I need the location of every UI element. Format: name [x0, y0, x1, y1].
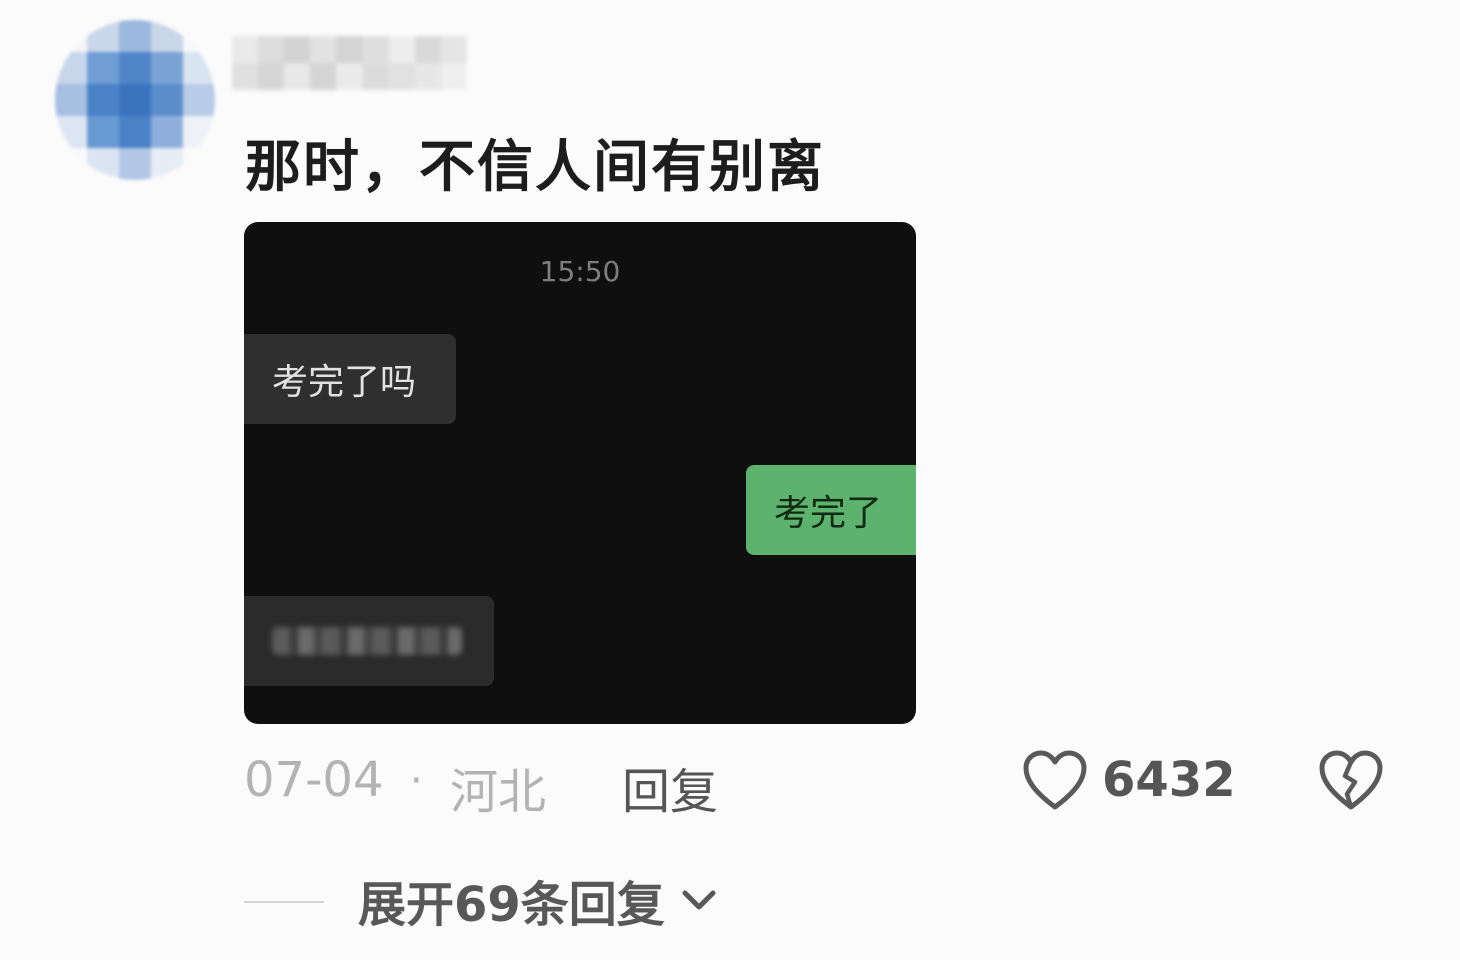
heart-outline-icon[interactable] — [1022, 750, 1088, 812]
reply-button[interactable]: 回复 — [622, 752, 718, 822]
redacted-text — [272, 627, 462, 655]
chat-timestamp: 15:50 — [539, 255, 621, 288]
chat-bubble-incoming: 考完了吗 — [244, 334, 456, 424]
comment-date: 07-04 — [244, 752, 384, 808]
avatar[interactable] — [55, 20, 215, 180]
username-redacted[interactable] — [232, 36, 467, 90]
comment-text: 那时，不信人间有别离 — [245, 135, 825, 200]
like-count: 6432 — [1102, 752, 1236, 808]
chevron-down-icon — [682, 890, 716, 910]
divider-line — [244, 901, 324, 903]
expand-replies-label: 展开69条回复 — [358, 877, 665, 933]
broken-heart-icon[interactable] — [1318, 750, 1384, 812]
chat-bubble-incoming-redacted — [244, 596, 494, 686]
comment-location: 河北 — [450, 764, 547, 820]
comment-card: 那时，不信人间有别离 15:50 考完了吗 考完了 07-04 · 河北 回复 … — [0, 0, 1460, 960]
meta-separator: · — [410, 758, 423, 804]
chat-bubble-outgoing: 考完了 — [746, 465, 916, 555]
expand-replies-button[interactable]: 展开69条回复 — [358, 870, 719, 933]
